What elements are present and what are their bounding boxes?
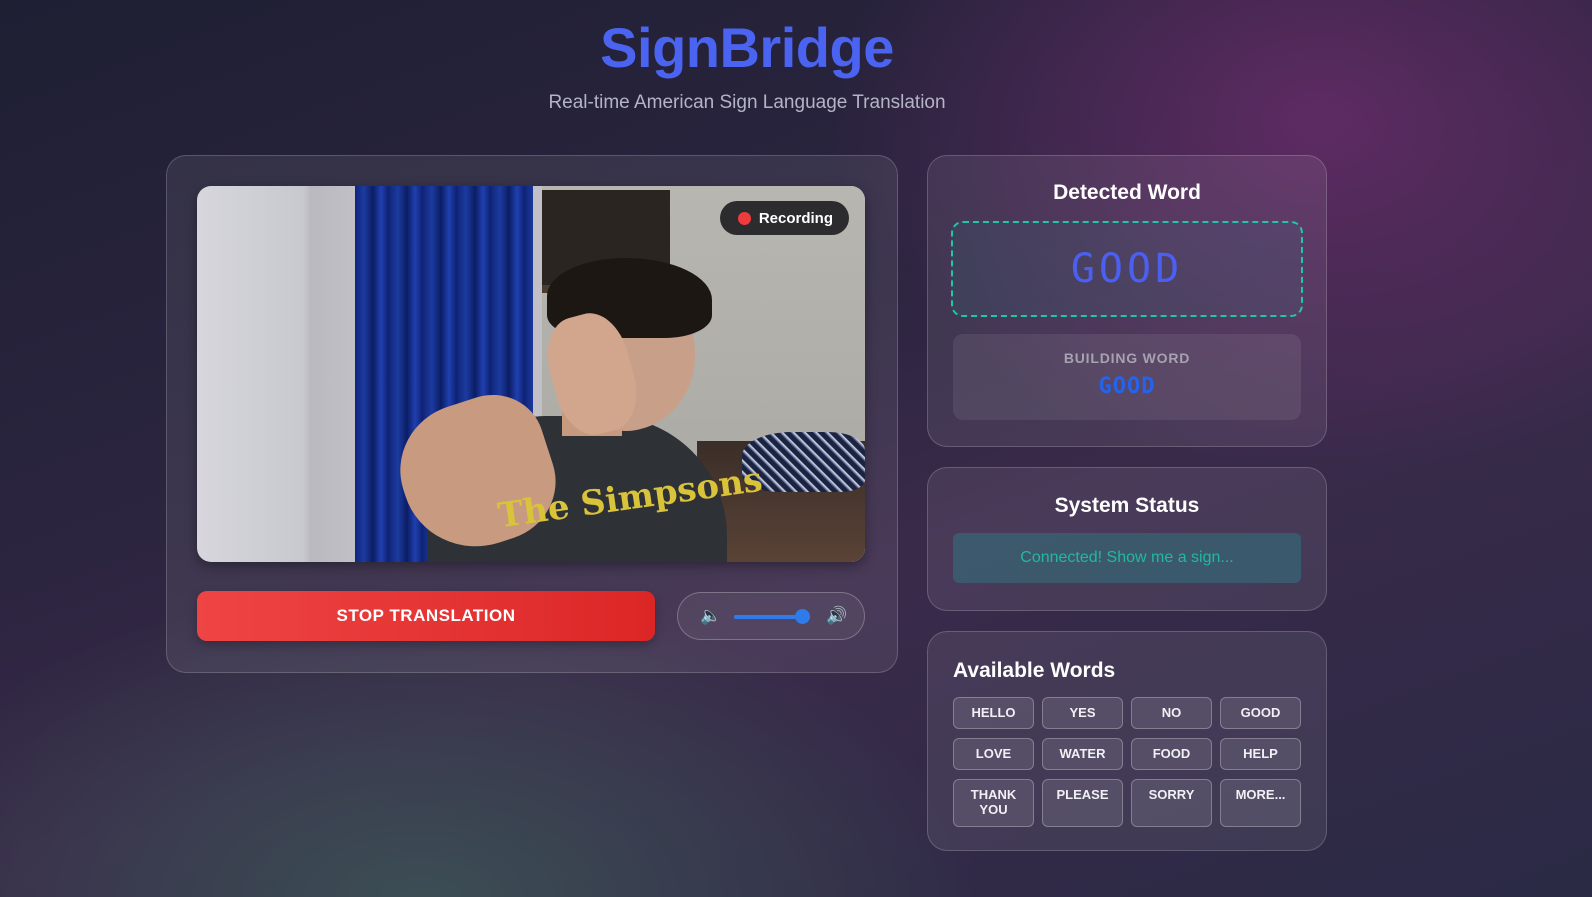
word-chip[interactable]: HELLO [953,697,1034,729]
words-grid: HELLO YES NO GOOD LOVE WATER FOOD HELP THANK YOU… [953,697,1302,827]
status-message: Connected! Show me a sign... [953,533,1301,583]
word-chip[interactable]: GOOD [1220,697,1301,729]
system-status-panel: System Status Connected! Show me a sign.… [927,467,1327,611]
word-chip[interactable]: WATER [1042,738,1123,770]
volume-thumb[interactable] [795,609,811,624]
building-word-box: BUILDING WORD GOOD [953,334,1301,420]
app-title: SignBridge [600,16,894,79]
detected-word-title: Detected Word [1053,181,1201,204]
volume-control: 🔈 🔊 [677,592,865,640]
recording-label: Recording [758,209,833,227]
word-chip[interactable]: FOOD [1131,738,1212,770]
building-word-label: BUILDING WORD [1063,350,1191,366]
word-chip[interactable]: HELP [1220,738,1301,770]
word-chip[interactable]: LOVE [953,738,1034,770]
system-status-title: System Status [1054,494,1200,517]
volume-high-icon[interactable]: 🔊 [826,607,847,625]
word-chip[interactable]: MORE... [1220,779,1301,827]
word-chip[interactable]: NO [1131,697,1212,729]
volume-slider[interactable] [734,609,811,624]
detected-word: GOOD [1070,246,1184,292]
available-words-title: Available Words [953,659,1116,682]
word-chip[interactable]: SORRY [1131,779,1212,827]
recording-dot-icon [737,211,751,225]
word-chip[interactable]: YES [1042,697,1123,729]
camera-feed: The Simpsons Recording [197,186,865,562]
stop-translation-button[interactable]: STOP TRANSLATION [197,591,655,641]
volume-low-icon[interactable]: 🔈 [700,607,721,625]
app-subtitle: Real-time American Sign Language Transla… [548,92,946,113]
recording-badge: Recording [719,201,849,235]
detected-word-box: GOOD [951,221,1303,317]
detected-word-panel: Detected Word GOOD BUILDING WORD GOOD [927,155,1327,447]
app-header: SignBridge Real-time American Sign Langu… [0,14,1494,114]
video-panel: The Simpsons Recording STOP TRANSLATION … [166,155,898,673]
word-chip[interactable]: THANK YOU [953,779,1034,827]
volume-fill [734,615,803,619]
word-chip[interactable]: PLEASE [1042,779,1123,827]
building-word-value: GOOD [1098,374,1156,399]
available-words-panel: Available Words HELLO YES NO GOOD LOVE WATER F… [927,631,1327,851]
